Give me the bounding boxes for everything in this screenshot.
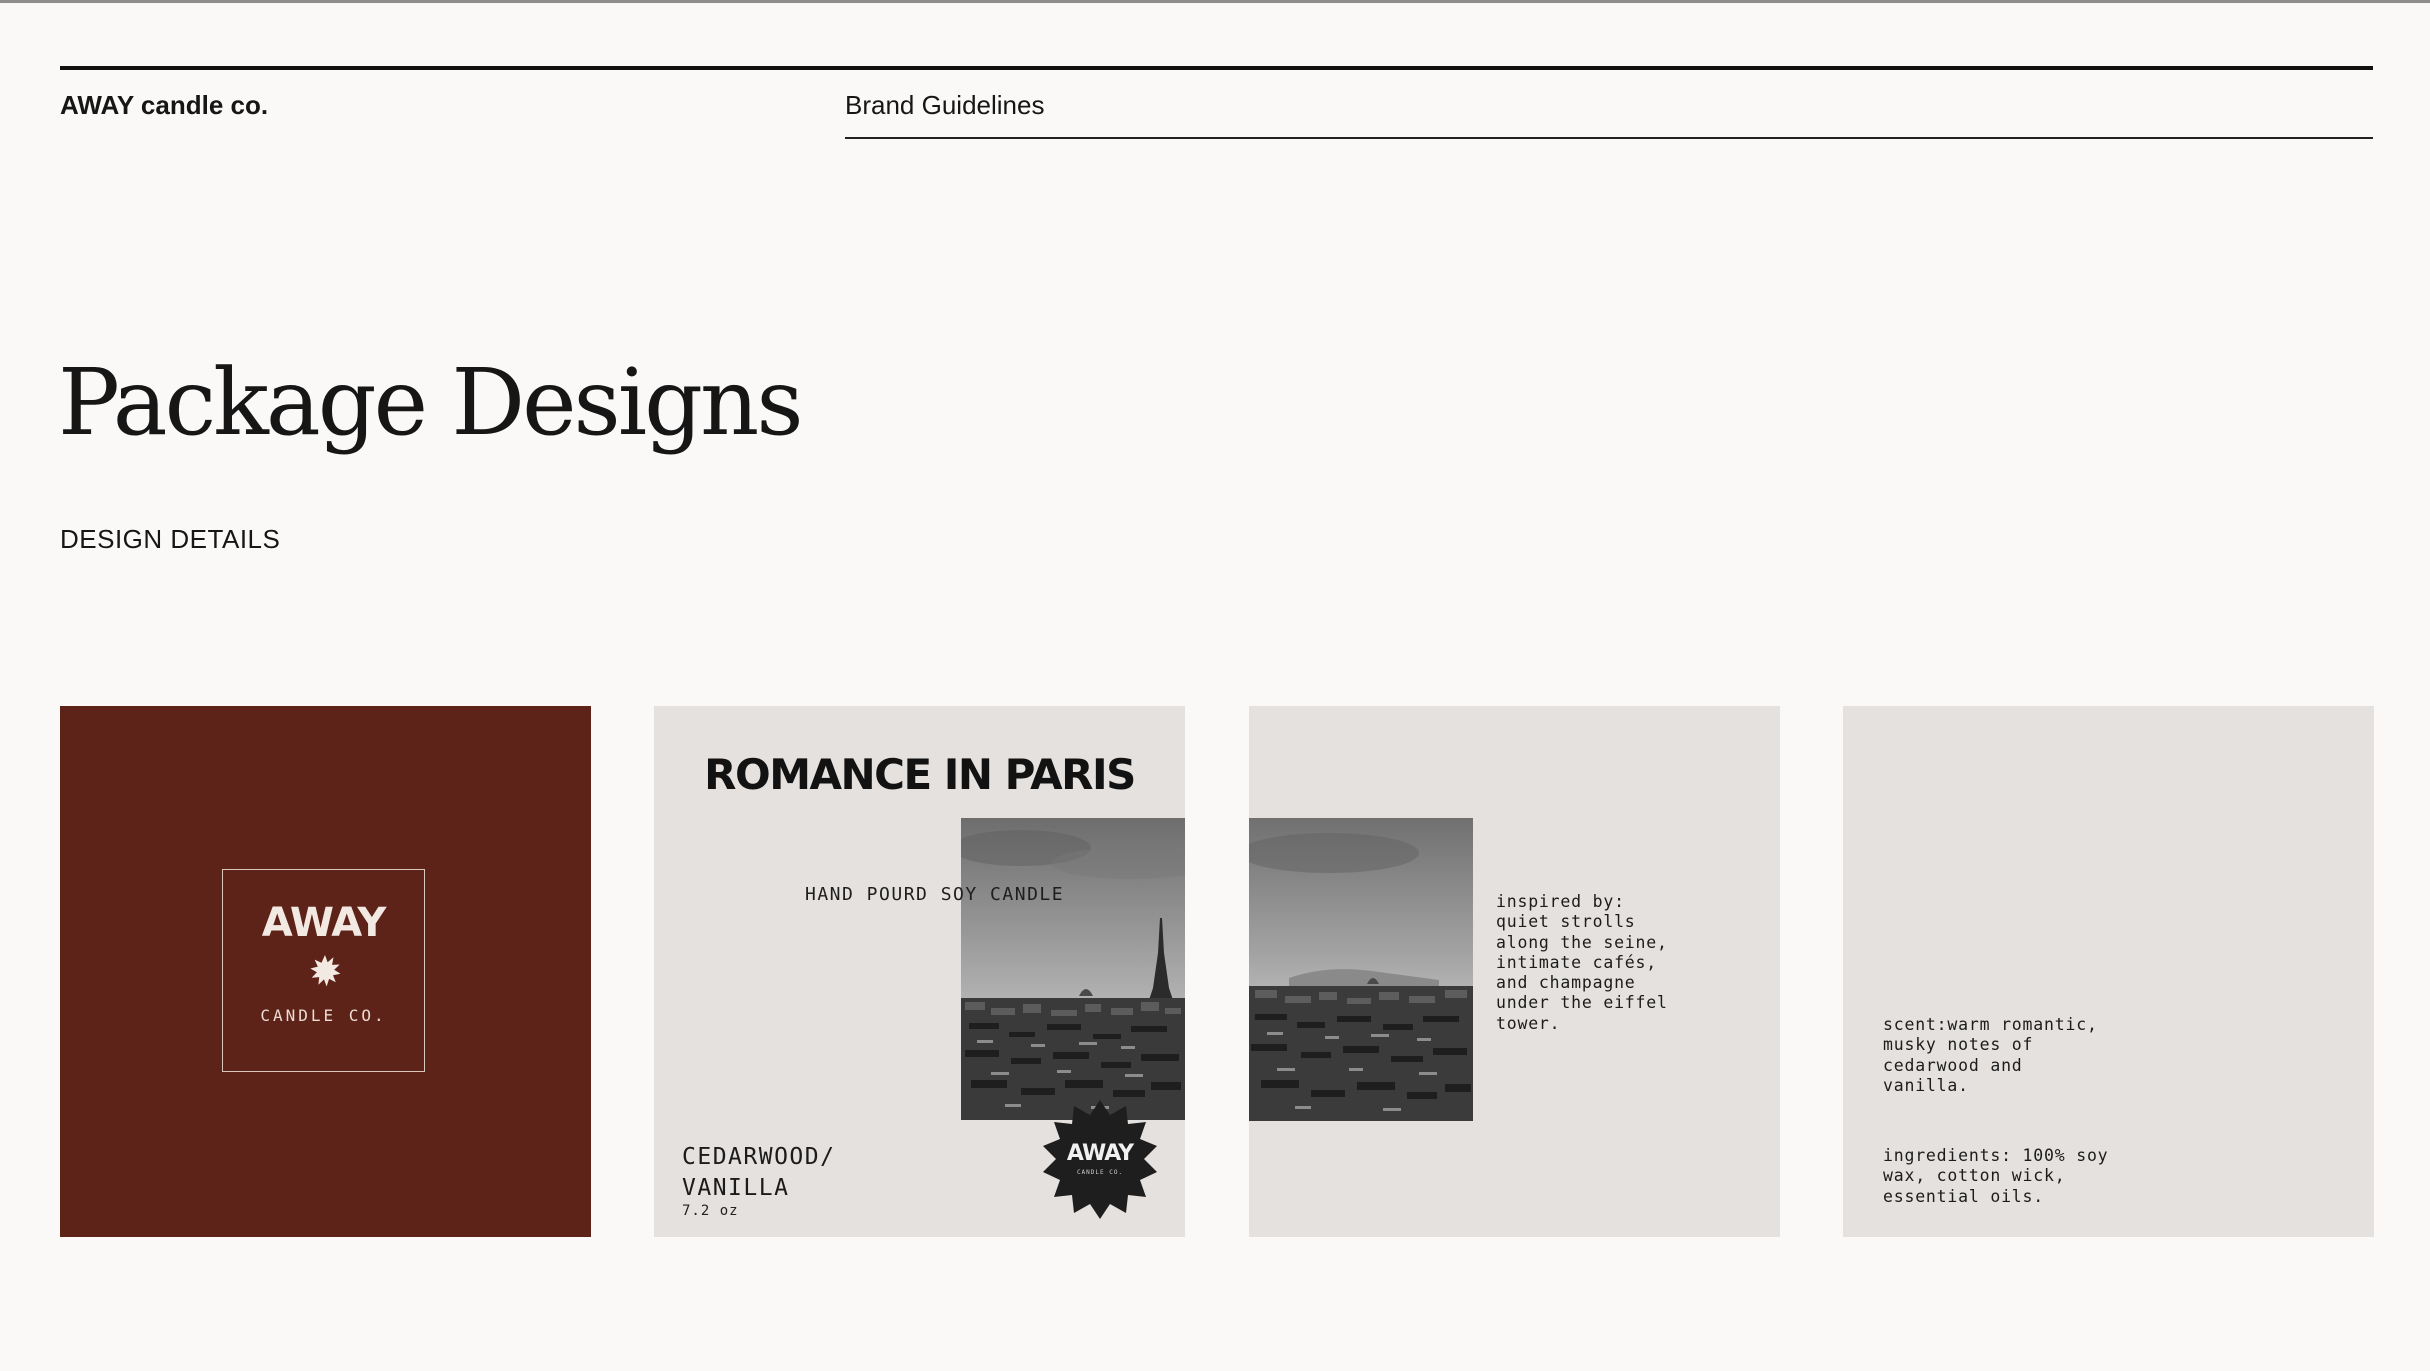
brand-name: AWAY candle co.	[60, 90, 269, 120]
paris-skyline-eiffel-photo	[961, 818, 1185, 1120]
story-label-panel: inspired by: quiet strolls along the sei…	[1249, 706, 1780, 1237]
guidelines-link[interactable]: Brand Guidelines	[845, 90, 1044, 121]
ingredients-list: ingredients: 100% soy wax, cotton wick, …	[1883, 1146, 2109, 1206]
scent-description: scent:warm romantic, musky notes of ceda…	[1883, 1015, 2098, 1095]
badge-subtext: CANDLE CO.	[1076, 1169, 1124, 1176]
net-weight: 7.2 oz	[682, 1203, 739, 1219]
guidelines-underline	[845, 137, 2373, 139]
logo-frame: AWAY CANDLE CO.	[222, 869, 425, 1072]
page-title: Package Designs	[58, 349, 804, 456]
logo-panel: AWAY CANDLE CO.	[60, 706, 591, 1237]
product-title: ROMANCE IN PARIS	[704, 750, 1136, 799]
logo-subtext: CANDLE CO.	[260, 1006, 387, 1025]
header-rule	[60, 66, 2373, 70]
logo-wordmark: AWAY	[261, 900, 387, 946]
inspiration-copy: inspired by: quiet strolls along the sei…	[1496, 892, 1668, 1033]
brand-seal-badge: AWAY CANDLE CO.	[1038, 1098, 1162, 1222]
paris-skyline-photo	[1249, 818, 1473, 1121]
window-top-border	[0, 0, 2430, 3]
details-label-panel: scent:warm romantic, musky notes of ceda…	[1843, 706, 2374, 1237]
sunburst-icon	[310, 955, 341, 987]
product-subtitle: HAND POURD SOY CANDLE	[805, 884, 1065, 905]
section-label: DESIGN DETAILS	[60, 524, 281, 554]
scent-name: CEDARWOOD/ VANILLA	[682, 1144, 836, 1201]
badge-wordmark: AWAY	[1066, 1141, 1134, 1166]
front-label-panel: ROMANCE IN PARIS HAND POURD SOY CANDLE C…	[654, 706, 1185, 1237]
